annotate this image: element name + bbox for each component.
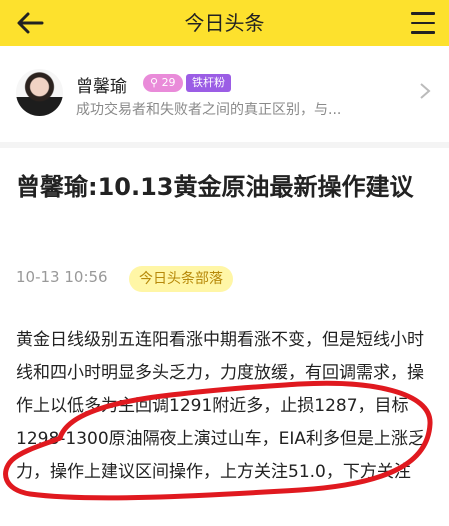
article-timestamp: 10-13 10:56 [16, 268, 108, 286]
author-name[interactable]: 曾馨瑜 [76, 72, 127, 97]
menu-icon[interactable] [411, 12, 435, 34]
article-title: 曾馨瑜:10.13黄金原油最新操作建议 [16, 173, 414, 201]
avatar[interactable] [16, 69, 63, 116]
fan-badge: 铁杆粉 [186, 74, 231, 92]
app-title: 今日头条 [184, 11, 265, 35]
top-bar: 今日头条 [0, 0, 449, 46]
chevron-right-icon[interactable] [419, 82, 431, 100]
level-badge: ⚲ 29 [143, 74, 183, 92]
author-row[interactable]: 曾馨瑜 ⚲ 29 铁杆粉 成功交易者和失败者之间的真正区别，与... [0, 46, 449, 142]
level-badge-value: 29 [161, 76, 176, 89]
source-tag[interactable]: 今日头条部落 [129, 266, 233, 292]
section-divider [0, 142, 449, 148]
article-paragraph: 黄金日线级别五连阳看涨中期看涨不变，但是短线小时线和四小时明显多头乏力，力度放缓… [16, 330, 426, 482]
key-icon: ⚲ [150, 76, 159, 89]
article-body: 黄金日线级别五连阳看涨中期看涨不变，但是短线小时线和四小时明显多头乏力，力度放缓… [16, 324, 436, 489]
author-subtitle: 成功交易者和失败者之间的真正区别，与... [76, 102, 342, 118]
